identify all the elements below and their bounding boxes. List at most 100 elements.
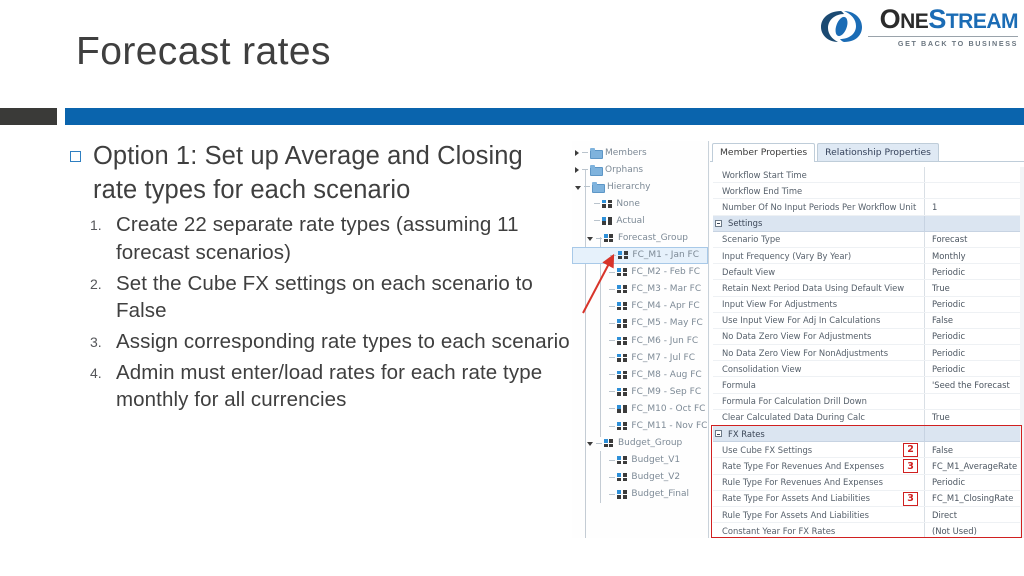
property-row[interactable]: No Data Zero View For Adjustments Periodi… (713, 328, 1022, 346)
property-value[interactable] (924, 426, 1022, 442)
property-row[interactable]: Number Of No Input Periods Per Workflow … (713, 199, 1022, 216)
property-row[interactable]: Use Cube FX Settings 2 False (713, 442, 1022, 459)
property-row[interactable]: Rule Type For Assets And Liabilities Dire… (713, 506, 1022, 524)
list-item-label: Admin must enter/load rates for each rat… (116, 360, 543, 412)
property-value[interactable]: Periodic (924, 264, 1022, 280)
tree-item-label: FC_M4 - Apr FC (631, 301, 700, 312)
property-value[interactable]: FC_M1_ClosingRate (924, 490, 1022, 506)
list-item: 2. Set the Cube FX settings on each scen… (82, 270, 570, 325)
chevron-down-icon[interactable] (575, 185, 581, 190)
accent-bar-dark (0, 108, 57, 125)
tree-item[interactable]: FC_M3 - Mar FC (572, 281, 708, 298)
tree-item[interactable]: Budget_V2 (572, 469, 708, 486)
tree-item-label: Actual (616, 215, 645, 226)
chevron-down-icon[interactable] (587, 237, 593, 242)
tree-item[interactable]: Forecast_Group (572, 229, 708, 246)
property-value[interactable]: Direct (924, 506, 1022, 523)
tree-item[interactable]: Budget_Final (572, 486, 708, 503)
property-row[interactable]: Consolidation View Periodic (713, 361, 1022, 378)
property-value[interactable]: 1 (924, 199, 1022, 215)
property-value[interactable] (924, 393, 1022, 409)
property-row[interactable]: Workflow End Time (713, 183, 1022, 200)
member-tree-panel[interactable]: Members Orphans Hierarchy None Actual Forecas… (572, 141, 709, 538)
property-value[interactable]: Forecast (924, 231, 1022, 247)
property-row[interactable]: Rate Type For Assets And Liabilities 3 FC_… (713, 490, 1022, 507)
property-value[interactable]: True (924, 280, 1022, 296)
property-group-header[interactable]: Settings (713, 215, 1022, 232)
tree-item[interactable]: FC_M10 - Oct FC (572, 400, 708, 417)
tree-item[interactable]: Orphans (572, 161, 708, 178)
property-name: No Data Zero View For NonAdjustments (722, 347, 889, 358)
tree-item[interactable]: FC_M8 - Aug FC (572, 366, 708, 383)
property-group-header[interactable]: FX Rates (713, 426, 1022, 443)
chevron-right-icon[interactable] (575, 166, 579, 173)
tree-item[interactable]: Budget_V1 (572, 452, 708, 469)
property-value[interactable]: Periodic (924, 296, 1022, 312)
member-icon (602, 199, 612, 208)
property-value[interactable]: False (924, 312, 1022, 328)
property-row[interactable]: Formula 'Seed the Forecast (713, 377, 1022, 394)
member-icon (618, 251, 628, 260)
property-name: Number Of No Input Periods Per Workflow … (722, 201, 917, 212)
tree-item-label: FC_M6 - Jun FC (631, 335, 699, 346)
property-row[interactable]: Retain Next Period Data Using Default Vi… (713, 280, 1022, 297)
property-value[interactable]: Monthly (924, 247, 1022, 264)
property-value[interactable]: True (924, 409, 1022, 425)
property-row[interactable]: Default View Periodic (713, 264, 1022, 281)
chevron-right-icon[interactable] (575, 149, 579, 156)
property-value[interactable]: Periodic (924, 345, 1022, 361)
property-name: Formula For Calculation Drill Down (722, 396, 867, 407)
property-value[interactable] (924, 215, 1022, 231)
tab-member-properties[interactable]: Member Properties (712, 143, 816, 162)
collapse-expander-icon[interactable] (715, 219, 722, 227)
property-value[interactable]: Periodic (924, 361, 1022, 377)
tree-item[interactable]: Hierarchy (572, 178, 708, 195)
property-row[interactable]: Rate Type For Revenues And Expenses 3 FC_M… (713, 458, 1022, 475)
tree-item[interactable]: FC_M4 - Apr FC (572, 298, 708, 315)
property-name: Use Input View For Adj In Calculations (722, 315, 881, 326)
tree-item[interactable]: FC_M11 - Nov FC (572, 418, 708, 435)
property-row[interactable]: Input View For Adjustments Periodic (713, 296, 1022, 313)
property-value[interactable]: FC_M1_AverageRate (924, 458, 1022, 474)
tree-item[interactable]: Members (572, 144, 708, 161)
tree-connector (582, 152, 588, 154)
chevron-down-icon[interactable] (587, 442, 593, 447)
property-value[interactable] (924, 167, 1022, 183)
property-row[interactable]: Formula For Calculation Drill Down (713, 393, 1022, 410)
member-icon (617, 456, 627, 465)
property-row[interactable]: Scenario Type Forecast (713, 231, 1022, 248)
property-row[interactable]: No Data Zero View For NonAdjustments Peri… (713, 345, 1022, 362)
tab-relationship-properties[interactable]: Relationship Properties (817, 143, 939, 162)
property-value[interactable]: Periodic (924, 328, 1022, 345)
tree-item[interactable]: Actual (572, 212, 708, 229)
member-icon (604, 439, 614, 448)
property-name: Constant Year For FX Rates (722, 525, 836, 536)
tree-item-label: FC_M5 - May FC (631, 318, 703, 329)
tree-item[interactable]: FC_M5 - May FC (572, 315, 708, 332)
property-row[interactable]: Clear Calculated Data During Calc True (713, 409, 1022, 426)
tree-item[interactable]: FC_M2 - Feb FC (572, 264, 708, 281)
tree-item[interactable]: None (572, 195, 708, 212)
member-icon (602, 216, 612, 226)
tree-item-selected[interactable]: FC_M1 - Jan FC (572, 246, 708, 264)
collapse-expander-icon[interactable] (715, 430, 722, 438)
property-value[interactable]: False (924, 442, 1022, 458)
tree-item[interactable]: FC_M6 - Jun FC (572, 332, 708, 349)
property-row[interactable]: Rule Type For Revenues And Expenses Perio… (713, 474, 1022, 491)
property-value[interactable]: 'Seed the Forecast (924, 377, 1022, 393)
bullet-level1-label: Option 1: Set up Average and Closing rat… (93, 142, 523, 204)
properties-scrollbar[interactable] (1020, 167, 1024, 538)
property-value[interactable]: Periodic (924, 474, 1022, 490)
property-row[interactable]: Constant Year For FX Rates (Not Used) (713, 523, 1022, 538)
property-name: Workflow Start Time (722, 169, 807, 180)
property-row[interactable]: Use Input View For Adj In Calculations Fa… (713, 312, 1022, 329)
accent-bar-blue (65, 108, 1024, 125)
property-value[interactable] (924, 183, 1022, 199)
property-value[interactable]: (Not Used) (924, 523, 1022, 538)
tree-item[interactable]: FC_M9 - Sep FC (572, 383, 708, 400)
property-row[interactable]: Input Frequency (Vary By Year) Monthly (713, 247, 1022, 265)
property-row[interactable]: Workflow Start Time (713, 167, 1022, 184)
tree-item[interactable]: FC_M7 - Jul FC (572, 349, 708, 366)
tree-item[interactable]: Budget_Group (572, 435, 708, 452)
list-item-label: Assign corresponding rate types to each … (116, 330, 570, 353)
